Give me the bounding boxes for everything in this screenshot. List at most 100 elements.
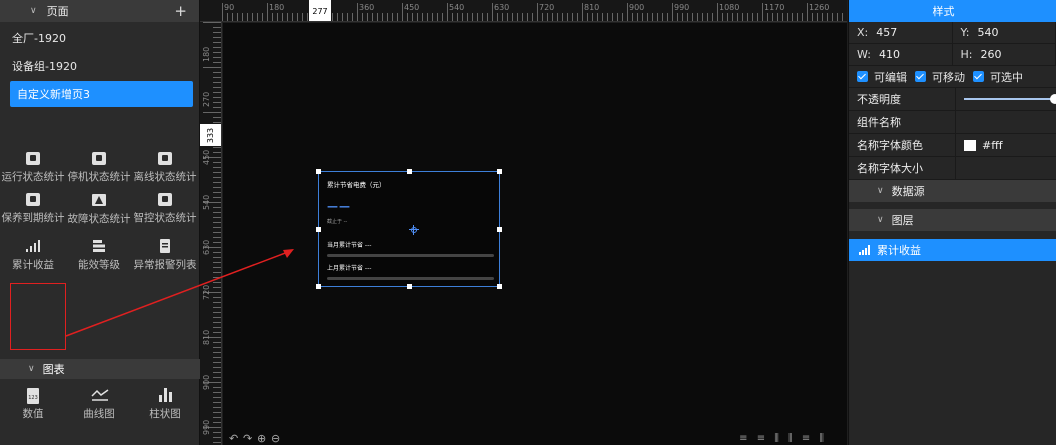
chart-label: 曲线图	[83, 408, 115, 420]
ruler-tick	[357, 3, 358, 21]
ruler-tick	[482, 13, 483, 21]
ruler-tick	[392, 13, 393, 21]
status-icon	[158, 193, 172, 206]
ruler-tick	[787, 13, 788, 21]
component-item[interactable]: 异常报警列表	[132, 231, 198, 273]
resize-handle[interactable]	[316, 169, 321, 174]
ruler-tick	[213, 237, 221, 238]
layers-title: 图层	[891, 214, 914, 227]
ruler-tick	[822, 13, 823, 21]
component-item[interactable]: 故障状态统计	[66, 185, 132, 227]
ruler-label: 720	[539, 3, 555, 12]
chart-item[interactable]: 123 数值	[0, 380, 66, 422]
zoom-out-icon[interactable]: ⊖	[271, 432, 280, 445]
name-input[interactable]	[956, 111, 1056, 133]
resize-handle[interactable]	[407, 169, 412, 174]
name-color-row: 名称字体颜色 #fff	[849, 134, 1056, 157]
layer-item-active[interactable]: 累计收益	[849, 239, 1056, 261]
widget-row-this-month: 当月累计节省 ---	[327, 242, 372, 249]
align-tools-icon[interactable]: ≡ ≡ ⫼ ⫼ ≡ ⫼	[739, 433, 827, 444]
pages-section-header[interactable]: ∨ 页面 +	[0, 0, 199, 22]
component-item[interactable]: 保养到期统计	[0, 185, 66, 227]
ruler-tick	[213, 42, 221, 43]
vertical-ruler: 180 270 333 450 540 630 720 810 900 990	[200, 22, 222, 445]
resize-handle[interactable]	[497, 169, 502, 174]
ruler-tick	[647, 13, 648, 21]
ruler-label: 720	[202, 284, 211, 300]
name-size-input[interactable]	[956, 157, 1056, 179]
name-row: 组件名称	[849, 111, 1056, 134]
ruler-tick	[213, 277, 221, 278]
page-item-active[interactable]: 自定义新增页3	[10, 81, 193, 107]
component-label: 累计收益	[12, 259, 54, 271]
component-item-selected[interactable]: 累计收益	[0, 231, 66, 273]
ruler-tick	[213, 362, 221, 363]
name-color-picker[interactable]: #fff	[956, 134, 1056, 156]
ruler-tick	[297, 13, 298, 21]
resize-handle[interactable]	[316, 284, 321, 289]
component-item[interactable]: 能效等级	[66, 231, 132, 273]
design-canvas[interactable]: 累计节省电费（元） —— 截止于 -- 当月累计节省 --- 上月累计节省 --…	[223, 23, 847, 433]
slider-knob[interactable]	[1050, 94, 1056, 104]
component-item[interactable]: 运行状态统计	[0, 144, 66, 185]
chevron-down-icon: ∨	[28, 364, 35, 374]
ruler-tick	[213, 72, 221, 73]
cumulative-savings-widget[interactable]: 累计节省电费（元） —— 截止于 -- 当月累计节省 --- 上月累计节省 --…	[316, 169, 502, 289]
undo-icon[interactable]: ↶	[229, 432, 238, 445]
ruler-tick	[462, 13, 463, 21]
resize-handle[interactable]	[497, 284, 502, 289]
ruler-tick	[792, 13, 793, 21]
tab-style[interactable]: 样式	[849, 0, 1056, 22]
movable-checkbox[interactable]: 可移动	[915, 69, 965, 85]
ruler-label: 90	[224, 3, 235, 12]
component-label: 智控状态统计	[133, 212, 197, 224]
page-item[interactable]: 全厂-1920	[0, 25, 193, 51]
ruler-tick	[203, 22, 221, 23]
ruler-tick	[492, 3, 493, 21]
left-sidebar: ∨ 页面 + 全厂-1920 设备组-1920 自定义新增页3 运行状态统计 停…	[0, 0, 200, 445]
charts-section-header[interactable]: ∨ 图表	[0, 359, 200, 379]
ruler-tick	[372, 13, 373, 21]
warning-icon	[91, 193, 107, 207]
opacity-slider[interactable]	[956, 88, 1056, 110]
ruler-tick	[377, 13, 378, 21]
ruler-label: 1260	[809, 3, 830, 12]
ruler-tick	[232, 13, 233, 21]
component-item[interactable]: 智控状态统计	[132, 185, 198, 227]
resize-handle[interactable]	[316, 227, 321, 232]
ruler-tick	[777, 13, 778, 21]
resize-handle[interactable]	[497, 227, 502, 232]
ruler-label: 450	[202, 149, 211, 165]
y-field[interactable]: Y: 540	[953, 22, 1056, 43]
layers-header[interactable]: ∨ 图层	[849, 209, 1056, 231]
ruler-tick	[213, 102, 221, 103]
component-item[interactable]: 离线状态统计	[132, 144, 198, 185]
chart-item[interactable]: 曲线图	[66, 380, 132, 422]
ruler-tick	[767, 13, 768, 21]
datasource-header[interactable]: ∨ 数据源	[849, 180, 1056, 202]
ruler-tick	[213, 392, 221, 393]
component-item[interactable]: 停机状态统计	[66, 144, 132, 185]
x-field[interactable]: X: 457	[849, 22, 953, 43]
zoom-in-icon[interactable]: ⊕	[257, 432, 266, 445]
page-item[interactable]: 设备组-1920	[0, 53, 193, 79]
add-page-icon[interactable]: +	[174, 2, 187, 20]
progress-bar	[327, 277, 494, 280]
ruler-tick	[382, 13, 383, 21]
movable-label: 可移动	[932, 70, 965, 84]
ruler-tick	[267, 3, 268, 21]
ruler-tick	[747, 13, 748, 21]
ruler-position-marker: 333	[200, 124, 221, 146]
selectable-checkbox[interactable]: 可选中	[973, 69, 1023, 85]
editable-checkbox[interactable]: 可编辑	[857, 69, 907, 85]
ruler-tick	[592, 13, 593, 21]
ruler-tick	[213, 282, 221, 283]
ruler-tick	[827, 13, 828, 21]
redo-icon[interactable]: ↷	[243, 432, 252, 445]
chart-item[interactable]: 柱状图	[132, 380, 198, 422]
ruler-tick	[213, 422, 221, 423]
w-field[interactable]: W: 410	[849, 44, 953, 65]
status-icon	[26, 193, 40, 206]
h-field[interactable]: H: 260	[953, 44, 1056, 65]
resize-handle[interactable]	[407, 284, 412, 289]
